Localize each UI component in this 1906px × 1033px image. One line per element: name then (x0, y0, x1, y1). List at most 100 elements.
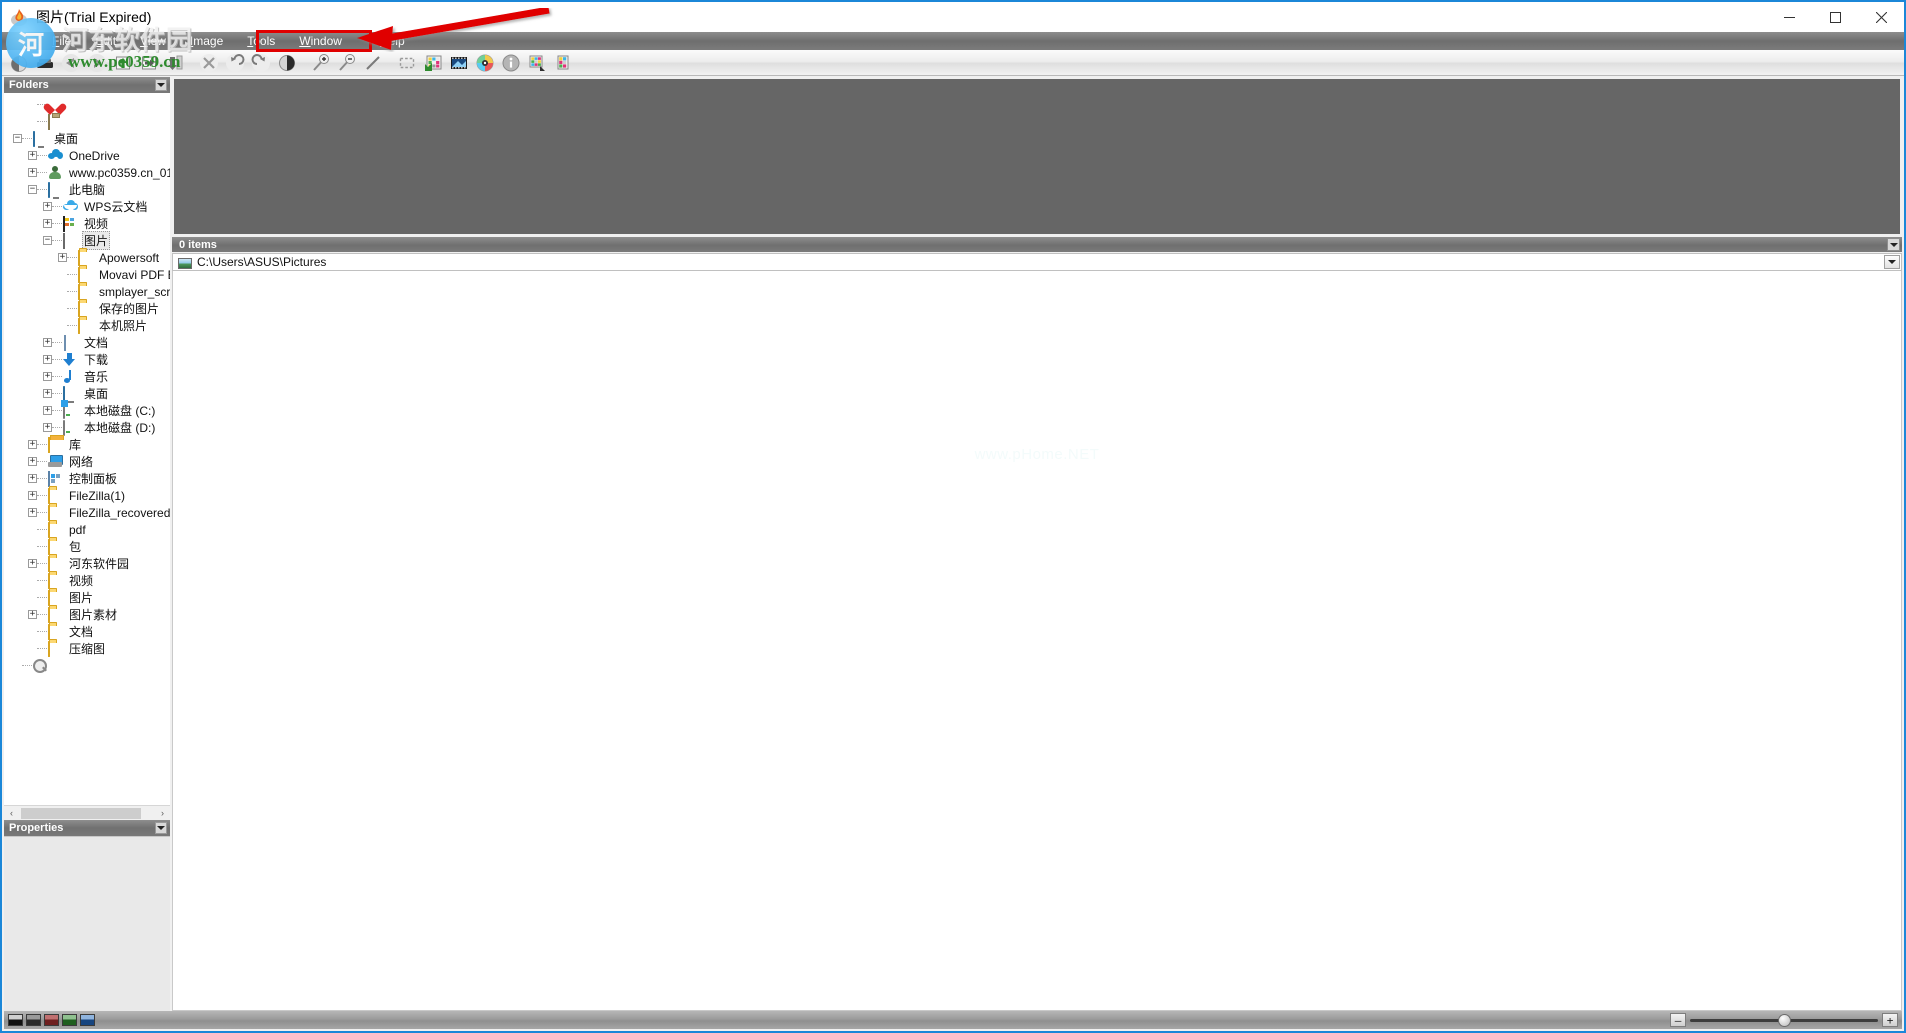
tree-item[interactable]: + 本地磁盘 (C:) (7, 402, 170, 419)
tree-item[interactable]: + 视频 (7, 215, 170, 232)
rotate-left-icon[interactable] (222, 51, 248, 75)
tree-item[interactable]: + FileZilla(1) (7, 487, 170, 504)
scroll-track[interactable] (19, 805, 155, 821)
tree-item[interactable]: 图片 (7, 589, 170, 606)
tree-item[interactable]: 包 (7, 538, 170, 555)
up-folder-icon[interactable] (110, 51, 136, 75)
tree-expand-icon[interactable]: + (28, 151, 37, 160)
tree-expand-icon[interactable]: + (28, 508, 37, 517)
tree-expand-icon[interactable]: + (28, 457, 37, 466)
zoom-slider-thumb[interactable] (1778, 1014, 1791, 1027)
image-preview-pane[interactable] (174, 79, 1900, 234)
zoom-out-icon[interactable] (334, 51, 360, 75)
info-icon[interactable] (498, 51, 524, 75)
tree-expand-icon[interactable]: + (43, 338, 52, 347)
tree-item[interactable]: − 此电脑 (7, 181, 170, 198)
disc-icon[interactable] (472, 51, 498, 75)
tree-item[interactable]: pdf (7, 521, 170, 538)
down-right-arrow-icon[interactable] (162, 51, 188, 75)
tree-item[interactable] (7, 96, 170, 113)
delete-icon[interactable] (196, 51, 222, 75)
menu-item-image[interactable]: Image (178, 33, 235, 50)
tree-item[interactable] (7, 113, 170, 130)
tree-item[interactable]: + 网络 (7, 453, 170, 470)
scroll-thumb[interactable] (21, 807, 141, 819)
tree-item[interactable]: 压缩图 (7, 640, 170, 657)
open-image-icon[interactable] (6, 51, 32, 75)
tree-expand-icon[interactable]: + (28, 491, 37, 500)
tree-item[interactable]: − 图片 (7, 231, 170, 250)
tree-item[interactable]: + 文档 (7, 334, 170, 351)
tree-expand-icon[interactable]: + (43, 219, 52, 228)
tree-item[interactable]: + 河东软件园 (7, 555, 170, 572)
tree-item[interactable]: 保存的图片 (7, 300, 170, 317)
tree-item[interactable]: + 音乐 (7, 368, 170, 385)
menu-item-tools[interactable]: Tools (235, 33, 287, 50)
zoom-in-icon[interactable] (308, 51, 334, 75)
menu-item-help[interactable]: Help (368, 33, 417, 50)
folders-panel-collapse-button[interactable] (155, 79, 167, 91)
tree-item[interactable]: smplayer_screens (7, 283, 170, 300)
zoom-out-button[interactable]: – (1670, 1013, 1686, 1027)
tree-expand-icon[interactable]: + (28, 559, 37, 568)
items-bar-collapse-button[interactable] (1887, 238, 1900, 251)
tree-item[interactable]: + 桌面 (7, 385, 170, 402)
tree-collapse-icon[interactable]: − (28, 185, 37, 194)
tree-collapse-icon[interactable]: − (13, 134, 22, 143)
tree-expand-icon[interactable]: + (28, 474, 37, 483)
back-arrow-icon[interactable] (58, 51, 84, 75)
menu-item-edit[interactable]: Edit (83, 33, 128, 50)
select-region-icon[interactable] (394, 51, 420, 75)
scanner-icon[interactable] (32, 51, 58, 75)
color-swatch[interactable] (8, 1014, 23, 1026)
zoom-slider-track[interactable] (1690, 1013, 1878, 1027)
tree-expand-icon[interactable]: + (28, 610, 37, 619)
maximize-button[interactable] (1812, 2, 1858, 32)
tree-expand-icon[interactable]: + (58, 253, 67, 262)
filmstrip-icon[interactable] (446, 51, 472, 75)
tree-item[interactable]: 视频 (7, 572, 170, 589)
tree-expand-icon[interactable]: + (43, 389, 52, 398)
menu-item-window[interactable]: Window (287, 33, 354, 50)
next-folder-icon[interactable] (136, 51, 162, 75)
tree-collapse-icon[interactable]: − (43, 236, 52, 245)
close-button[interactable] (1858, 2, 1904, 32)
line-tool-icon[interactable] (360, 51, 386, 75)
tree-item[interactable]: + 库 (7, 436, 170, 453)
scroll-right-arrow-icon[interactable]: › (155, 805, 170, 821)
tree-item[interactable] (7, 657, 170, 674)
forward-arrow-icon[interactable] (84, 51, 110, 75)
color-swatch[interactable] (44, 1014, 59, 1026)
tree-item[interactable]: − 桌面 (7, 130, 170, 147)
menu-item-view[interactable]: View (128, 33, 178, 50)
tree-expand-icon[interactable]: + (28, 440, 37, 449)
color-palette-icon[interactable] (420, 51, 446, 75)
tree-expand-icon[interactable]: + (43, 202, 52, 211)
contrast-icon[interactable] (274, 51, 300, 75)
menu-item-file[interactable]: FFileile (40, 33, 83, 50)
color-swatch[interactable] (26, 1014, 41, 1026)
file-list-pane[interactable]: www.pHome.NET (172, 271, 1902, 1011)
folder-tree-panel[interactable]: − 桌面 + OneDrive + www.pc0359.cn_01 − 此电脑 + WPS云文档… (4, 93, 170, 805)
tree-item[interactable]: + FileZilla_recovered (7, 504, 170, 521)
tree-expand-icon[interactable]: + (43, 423, 52, 432)
color-swatch[interactable] (80, 1014, 95, 1026)
tree-expand-icon[interactable]: + (43, 355, 52, 364)
color-bars-icon[interactable] (550, 51, 576, 75)
tree-item[interactable]: + 控制面板 (7, 470, 170, 487)
tree-item[interactable]: 文档 (7, 623, 170, 640)
tree-item[interactable]: + OneDrive (7, 147, 170, 164)
properties-panel-collapse-button[interactable] (155, 822, 167, 834)
tree-item[interactable]: + WPS云文档 (7, 198, 170, 215)
zoom-in-button[interactable]: + (1882, 1013, 1898, 1027)
minimize-button[interactable] (1766, 2, 1812, 32)
batch-convert-icon[interactable] (524, 51, 550, 75)
scroll-left-arrow-icon[interactable]: ‹ (4, 805, 19, 821)
tree-horizontal-scrollbar[interactable]: ‹ › (4, 805, 170, 821)
path-dropdown-button[interactable] (1884, 255, 1900, 269)
rotate-right-icon[interactable] (248, 51, 274, 75)
tree-expand-icon[interactable]: + (43, 406, 52, 415)
tree-expand-icon[interactable]: + (43, 372, 52, 381)
tree-item[interactable]: + 下载 (7, 351, 170, 368)
tree-item[interactable]: + www.pc0359.cn_01 (7, 164, 170, 181)
